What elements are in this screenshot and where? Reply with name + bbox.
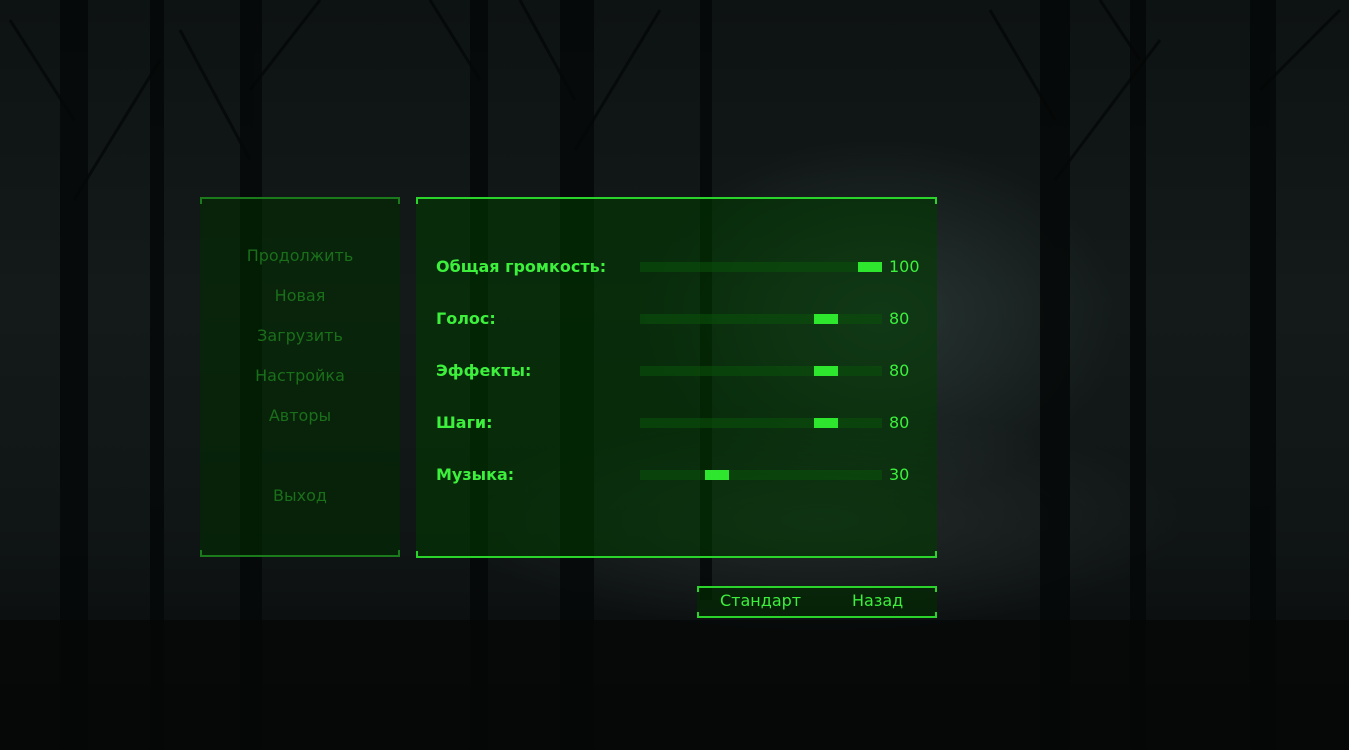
slider-handle[interactable]: [705, 470, 729, 480]
menu-item-continue[interactable]: Продолжить: [200, 246, 400, 265]
setting-value: 80: [889, 413, 910, 432]
panel-frame-top: [416, 197, 937, 204]
main-menu-panel: Продолжить Новая Загрузить Настройка Авт…: [200, 197, 400, 557]
setting-label: Эффекты:: [436, 361, 532, 380]
menu-item-exit[interactable]: Выход: [200, 486, 400, 505]
setting-value: 80: [889, 361, 910, 380]
audio-settings-panel: Общая громкость: 100 Голос: 80 Эффекты: …: [416, 197, 937, 558]
slider-handle[interactable]: [814, 366, 838, 376]
footsteps-volume-slider[interactable]: [640, 418, 882, 428]
panel-frame-bottom: [416, 551, 937, 558]
menu-item-load[interactable]: Загрузить: [200, 326, 400, 345]
default-button[interactable]: Стандарт: [720, 591, 801, 610]
panel-frame-bottom: [697, 612, 937, 618]
setting-label: Общая громкость:: [436, 257, 607, 276]
panel-frame-bottom: [200, 550, 400, 557]
back-button[interactable]: Назад: [852, 591, 903, 610]
setting-label: Шаги:: [436, 413, 493, 432]
master-volume-slider[interactable]: [640, 262, 882, 272]
music-volume-slider[interactable]: [640, 470, 882, 480]
effects-volume-slider[interactable]: [640, 366, 882, 376]
menu-item-settings[interactable]: Настройка: [200, 366, 400, 385]
slider-handle[interactable]: [858, 262, 882, 272]
settings-button-bar: Стандарт Назад: [697, 586, 937, 618]
voice-volume-slider[interactable]: [640, 314, 882, 324]
slider-handle[interactable]: [814, 314, 838, 324]
setting-row-voice: Голос: 80: [436, 309, 926, 329]
setting-value: 80: [889, 309, 910, 328]
setting-value: 100: [889, 257, 920, 276]
setting-row-footsteps: Шаги: 80: [436, 413, 926, 433]
setting-row-effects: Эффекты: 80: [436, 361, 926, 381]
setting-label: Музыка:: [436, 465, 515, 484]
panel-frame-top: [200, 197, 400, 204]
menu-item-new[interactable]: Новая: [200, 286, 400, 305]
setting-row-master-volume: Общая громкость: 100: [436, 257, 926, 277]
setting-row-music: Музыка: 30: [436, 465, 926, 485]
setting-value: 30: [889, 465, 910, 484]
menu-item-credits[interactable]: Авторы: [200, 406, 400, 425]
setting-label: Голос:: [436, 309, 496, 328]
slider-handle[interactable]: [814, 418, 838, 428]
